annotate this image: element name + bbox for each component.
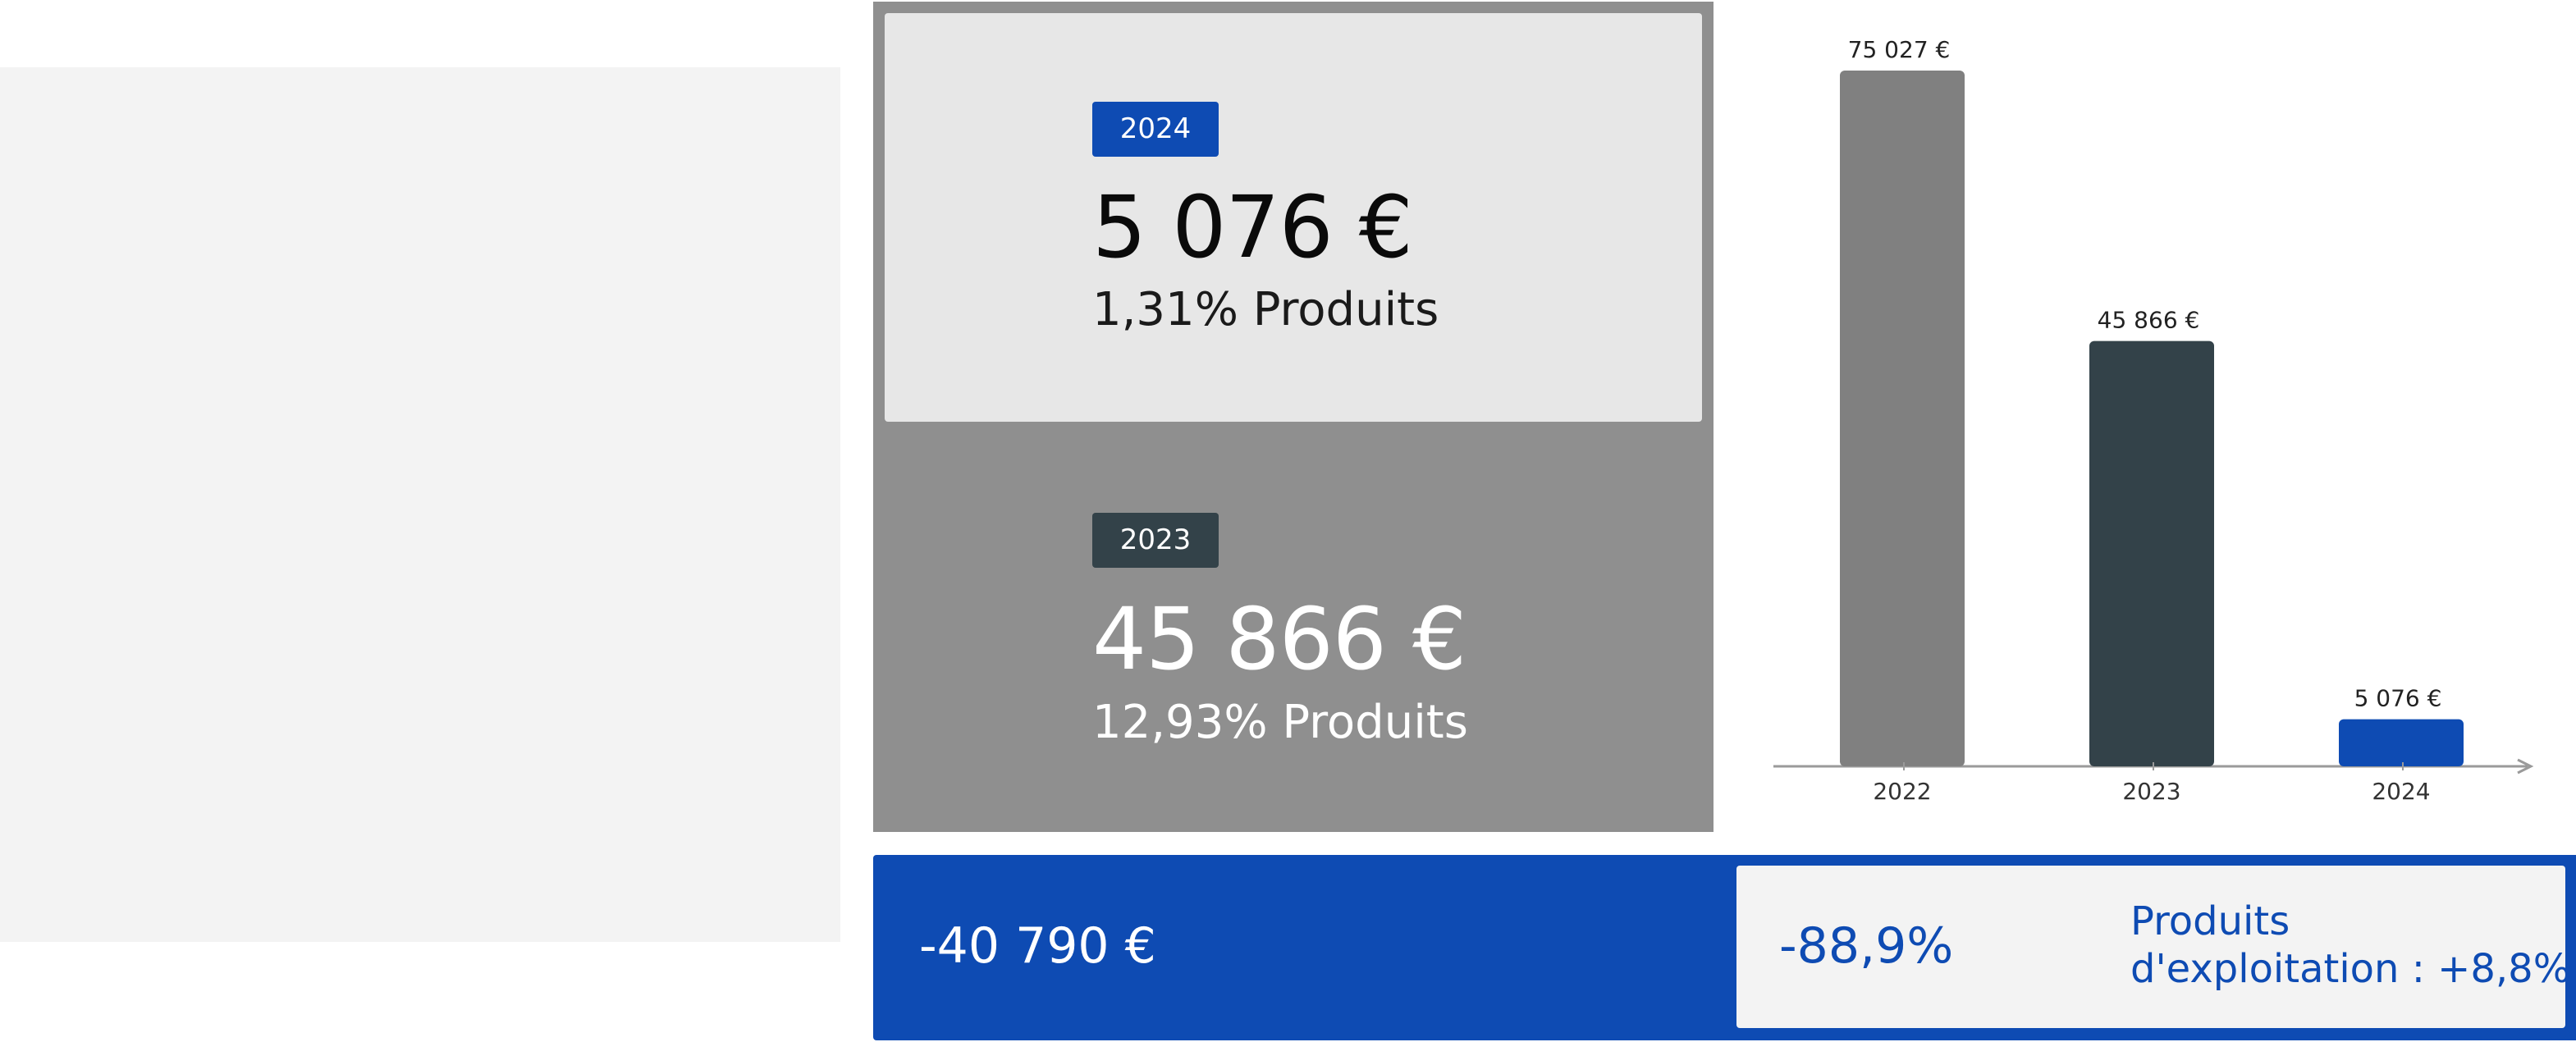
bar-2024 — [2339, 719, 2464, 766]
variation-absolute: -40 790 € — [919, 917, 1156, 975]
left-blank-panel — [0, 67, 840, 942]
variation-percent: -88,9% — [1779, 917, 1954, 975]
x-tick-label-2022: 2022 — [1873, 778, 1931, 805]
bar-2022 — [1840, 71, 1965, 766]
kpi-previous-share: 12,93% Produits — [1092, 696, 1468, 749]
kpi-current-value: 5 076 € — [1092, 177, 1413, 277]
reference-label-line2: d'exploitation : +8,8% — [2130, 946, 2571, 992]
bar-2023 — [2089, 340, 2214, 766]
bar-value-label-2023: 45 866 € — [2098, 307, 2200, 334]
year-badge-previous: 2023 — [1092, 513, 1219, 568]
bar-chart: 75 027 € 2022 45 866 € 2023 5 076 € 2024 — [1773, 36, 2534, 805]
kpi-current-share: 1,31% Produits — [1092, 283, 1439, 336]
reference-label: Produits d'exploitation : +8,8% — [2130, 898, 2570, 993]
bar-value-label-2024: 5 076 € — [2354, 685, 2442, 712]
bar-value-label-2022: 75 027 € — [1848, 36, 1951, 63]
kpi-previous-value: 45 866 € — [1092, 589, 1466, 689]
year-badge-current: 2024 — [1092, 102, 1219, 157]
x-tick-label-2023: 2023 — [2122, 778, 2180, 805]
x-tick-label-2024: 2024 — [2372, 778, 2430, 805]
reference-label-line1: Produits — [2130, 898, 2290, 944]
